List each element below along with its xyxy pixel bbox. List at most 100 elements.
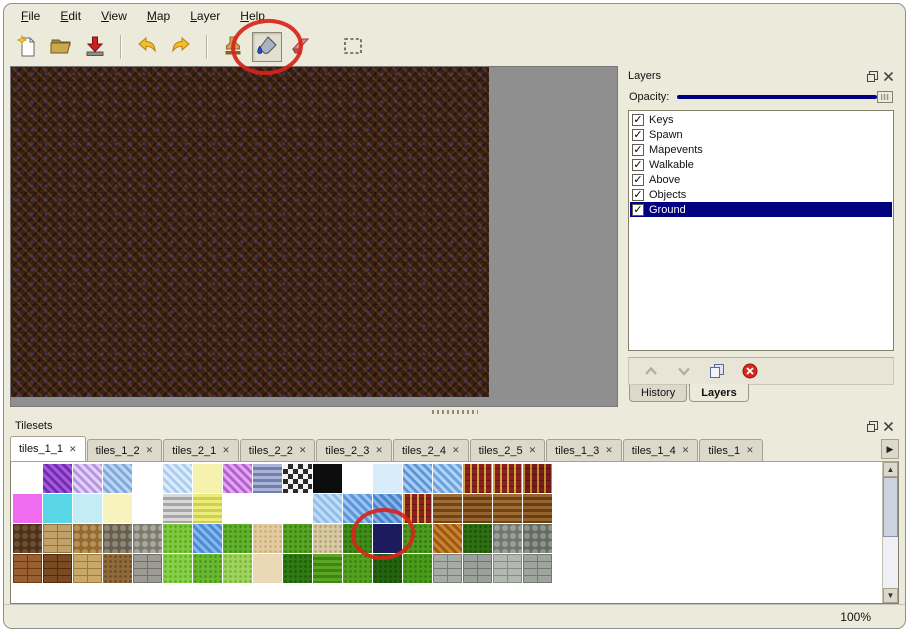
tileset-tile[interactable]: [43, 524, 72, 553]
lower-layer-button[interactable]: [674, 361, 694, 381]
layer-visibility-checkbox[interactable]: ✓: [632, 189, 644, 201]
tileset-tile[interactable]: [253, 494, 282, 523]
scrollbar-thumb[interactable]: [883, 477, 898, 537]
tileset-tile[interactable]: [103, 494, 132, 523]
tileset-tile[interactable]: [103, 554, 132, 583]
opacity-slider[interactable]: [677, 90, 893, 104]
tab-close-icon[interactable]: ✕: [146, 445, 154, 456]
duplicate-layer-button[interactable]: [707, 361, 727, 381]
tileset-tile[interactable]: [133, 554, 162, 583]
tileset-tile[interactable]: [253, 554, 282, 583]
tileset-tab[interactable]: tiles_1✕: [699, 439, 762, 461]
scroll-up-icon[interactable]: ▲: [883, 462, 898, 477]
tileset-tile[interactable]: [493, 524, 522, 553]
tileset-tile[interactable]: [433, 464, 462, 493]
tab-close-icon[interactable]: ✕: [682, 445, 690, 456]
tileset-scrollbar[interactable]: ▲ ▼: [882, 462, 898, 603]
tileset-tile[interactable]: [493, 464, 522, 493]
tileset-tile[interactable]: [193, 494, 222, 523]
tileset-tab[interactable]: tiles_1_4✕: [623, 439, 699, 461]
tileset-tile[interactable]: [283, 464, 312, 493]
tab-close-icon[interactable]: ✕: [746, 445, 754, 456]
opacity-slider-handle[interactable]: [877, 91, 893, 103]
menu-edit[interactable]: Edit: [51, 6, 90, 26]
tileset-tile[interactable]: [253, 524, 282, 553]
tileset-tile[interactable]: [283, 554, 312, 583]
layer-row[interactable]: ✓Ground: [630, 202, 892, 217]
tileset-tile[interactable]: [103, 524, 132, 553]
tileset-tile[interactable]: [403, 464, 432, 493]
tileset-tile[interactable]: [193, 554, 222, 583]
layer-visibility-checkbox[interactable]: ✓: [632, 174, 644, 186]
layer-row[interactable]: ✓Walkable: [630, 157, 892, 172]
tileset-tile[interactable]: [523, 494, 552, 523]
tileset-tile[interactable]: [463, 464, 492, 493]
layer-visibility-checkbox[interactable]: ✓: [632, 114, 644, 126]
tileset-tile[interactable]: [43, 494, 72, 523]
eraser-tool-button[interactable]: [286, 32, 316, 62]
tileset-tile[interactable]: [43, 464, 72, 493]
map-canvas[interactable]: [11, 67, 489, 397]
tileset-tile[interactable]: [43, 554, 72, 583]
layer-row[interactable]: ✓Spawn: [630, 127, 892, 142]
tileset-tile[interactable]: [13, 524, 42, 553]
tab-close-icon[interactable]: ✕: [69, 444, 77, 455]
close-panel-icon[interactable]: [883, 421, 894, 432]
layer-visibility-checkbox[interactable]: ✓: [632, 129, 644, 141]
tileset-tile[interactable]: [463, 524, 492, 553]
tileset-tile[interactable]: [73, 464, 102, 493]
menu-layer[interactable]: Layer: [181, 6, 229, 26]
tileset-tab[interactable]: tiles_2_1✕: [163, 439, 239, 461]
tileset-tile[interactable]: [73, 494, 102, 523]
tileset-tile[interactable]: [223, 554, 252, 583]
menu-view[interactable]: View: [92, 6, 136, 26]
tab-close-icon[interactable]: ✕: [452, 445, 460, 456]
tileset-tile[interactable]: [283, 494, 312, 523]
tileset-tile[interactable]: [343, 524, 372, 553]
tileset-tile[interactable]: [313, 554, 342, 583]
delete-layer-button[interactable]: [740, 361, 760, 381]
layer-row[interactable]: ✓Objects: [630, 187, 892, 202]
tileset-tab[interactable]: tiles_2_2✕: [240, 439, 316, 461]
tileset-tile[interactable]: [373, 524, 402, 553]
map-viewport[interactable]: [10, 66, 618, 407]
tab-close-icon[interactable]: ✕: [529, 445, 537, 456]
tileset-tile[interactable]: [193, 464, 222, 493]
tileset-tile[interactable]: [313, 494, 342, 523]
stamp-tool-button[interactable]: [218, 32, 248, 62]
tileset-tile[interactable]: [463, 494, 492, 523]
scroll-tabs-right-button[interactable]: ▶: [881, 439, 899, 459]
tileset-tile[interactable]: [73, 554, 102, 583]
float-panel-icon[interactable]: [867, 71, 878, 82]
tileset-tile[interactable]: [493, 554, 522, 583]
tileset-tile[interactable]: [163, 494, 192, 523]
tileset-tile[interactable]: [373, 494, 402, 523]
tileset-tile[interactable]: [373, 464, 402, 493]
tileset-tile[interactable]: [133, 494, 162, 523]
tileset-tile[interactable]: [163, 524, 192, 553]
tileset-tile[interactable]: [373, 554, 402, 583]
redo-button[interactable]: [166, 32, 196, 62]
tileset-tile[interactable]: [313, 524, 342, 553]
tileset-tab[interactable]: tiles_2_3✕: [316, 439, 392, 461]
tileset-tile[interactable]: [523, 524, 552, 553]
tileset-tile[interactable]: [403, 554, 432, 583]
menu-file[interactable]: File: [12, 6, 49, 26]
tileset-tile[interactable]: [343, 464, 372, 493]
layer-row[interactable]: ✓Mapevents: [630, 142, 892, 157]
tileset-tab[interactable]: tiles_1_2✕: [87, 439, 163, 461]
tab-history[interactable]: History: [629, 385, 687, 402]
tab-close-icon[interactable]: ✕: [605, 445, 613, 456]
select-tool-button[interactable]: [338, 32, 368, 62]
tileset-tile[interactable]: [493, 494, 522, 523]
tileset-tile[interactable]: [403, 494, 432, 523]
scrollbar-track[interactable]: [883, 477, 898, 588]
horizontal-splitter[interactable]: [4, 407, 905, 416]
tileset-tile[interactable]: [253, 464, 282, 493]
tileset-tile[interactable]: [223, 524, 252, 553]
tileset-tile[interactable]: [73, 524, 102, 553]
tileset-tile[interactable]: [433, 554, 462, 583]
tileset-tile[interactable]: [223, 494, 252, 523]
tileset-tile[interactable]: [163, 464, 192, 493]
tileset-tile[interactable]: [343, 554, 372, 583]
